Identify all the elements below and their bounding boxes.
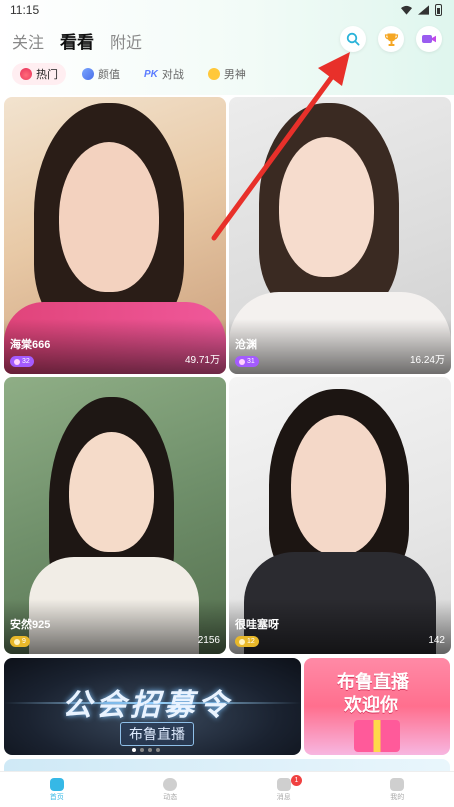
viewer-count: 16.24万 — [409, 355, 445, 366]
pk-icon: PK — [144, 68, 158, 80]
gift-box-icon — [354, 720, 400, 752]
streamer-name: 海棠666 — [10, 339, 51, 351]
wifi-icon — [401, 5, 412, 15]
tab-nearby[interactable]: 附近 — [110, 29, 142, 53]
search-icon — [346, 32, 360, 46]
nav-moments-label: 动态 — [163, 793, 178, 801]
unread-badge: 1 — [291, 775, 302, 786]
tab-follow[interactable]: 关注 — [12, 29, 44, 53]
top-tabs: 关注 看看 附近 — [12, 28, 142, 53]
viewer-count: 2156 — [197, 635, 220, 646]
welcome-banner[interactable]: 布鲁直播 欢迎你 — [304, 658, 450, 755]
battery-icon — [435, 4, 442, 16]
home-icon — [49, 777, 64, 791]
heart-icon — [82, 68, 94, 80]
chip-male-label: 男神 — [223, 69, 246, 81]
guild-recruit-banner[interactable]: 公会招募令 布鲁直播 — [4, 658, 301, 755]
nav-profile-label: 我的 — [390, 793, 405, 801]
level-badge: 32 — [10, 356, 34, 367]
level-badge: 31 — [235, 356, 259, 367]
chip-male[interactable]: 男神 — [200, 63, 254, 85]
next-card-peek — [4, 759, 450, 771]
ranking-button[interactable] — [378, 26, 404, 52]
chip-battle-label: 对战 — [161, 69, 184, 81]
banner-subtitle: 布鲁直播 — [120, 722, 194, 746]
tab-explore[interactable]: 看看 — [60, 28, 94, 53]
level-icon — [14, 638, 20, 645]
nav-messages[interactable]: 1 消息 — [227, 772, 341, 807]
streamer-name: 沧渊 — [235, 339, 257, 351]
viewer-count: 142 — [428, 635, 445, 646]
chip-looks-label: 颜值 — [98, 69, 120, 81]
chip-looks[interactable]: 颜值 — [74, 63, 128, 85]
nav-home[interactable]: 首页 — [0, 772, 114, 807]
status-bar: 11:15 — [0, 0, 454, 20]
nav-profile[interactable]: 我的 — [341, 772, 454, 807]
category-chips: 热门 颜值 PK 对战 男神 — [12, 63, 254, 85]
level-icon — [239, 638, 245, 645]
signal-icon — [418, 5, 429, 15]
banner-subtitle: 欢迎你 — [344, 695, 398, 715]
stream-card[interactable]: 海棠666 32 49.71万 — [4, 97, 226, 374]
status-time: 11:15 — [10, 3, 40, 17]
level-badge: 12 — [235, 636, 259, 647]
level-badge: 9 — [10, 636, 30, 647]
nav-home-label: 首页 — [49, 793, 64, 801]
flame-icon — [20, 68, 32, 80]
top-actions — [340, 26, 442, 52]
level-icon — [14, 358, 20, 365]
chip-hot[interactable]: 热门 — [12, 63, 66, 85]
status-icons — [401, 4, 442, 16]
viewer-count: 49.71万 — [184, 355, 220, 366]
level-icon — [239, 358, 245, 365]
chip-hot-label: 热门 — [36, 69, 58, 81]
trophy-icon — [384, 33, 398, 46]
message-icon — [276, 777, 291, 791]
nav-moments[interactable]: 动态 — [114, 772, 228, 807]
stream-card[interactable]: 很哇塞呀 12 142 — [229, 377, 451, 654]
stream-card[interactable]: 安然925 9 2156 — [4, 377, 226, 654]
go-live-button[interactable] — [416, 26, 442, 52]
banner-title: 公会招募令 — [62, 689, 232, 722]
streamer-name: 安然925 — [10, 619, 51, 631]
video-camera-icon — [422, 35, 436, 43]
carousel-dots — [132, 748, 160, 752]
search-button[interactable] — [340, 26, 366, 52]
streamer-name: 很哇塞呀 — [235, 619, 279, 631]
bottom-nav: 首页 动态 1 消息 我的 — [0, 771, 454, 807]
chip-battle[interactable]: PK 对战 — [136, 63, 192, 85]
sunglasses-icon — [207, 68, 220, 80]
stream-card[interactable]: 沧渊 31 16.24万 — [229, 97, 451, 374]
compass-icon — [163, 777, 178, 791]
profile-icon — [390, 777, 405, 791]
nav-messages-label: 消息 — [276, 793, 291, 801]
